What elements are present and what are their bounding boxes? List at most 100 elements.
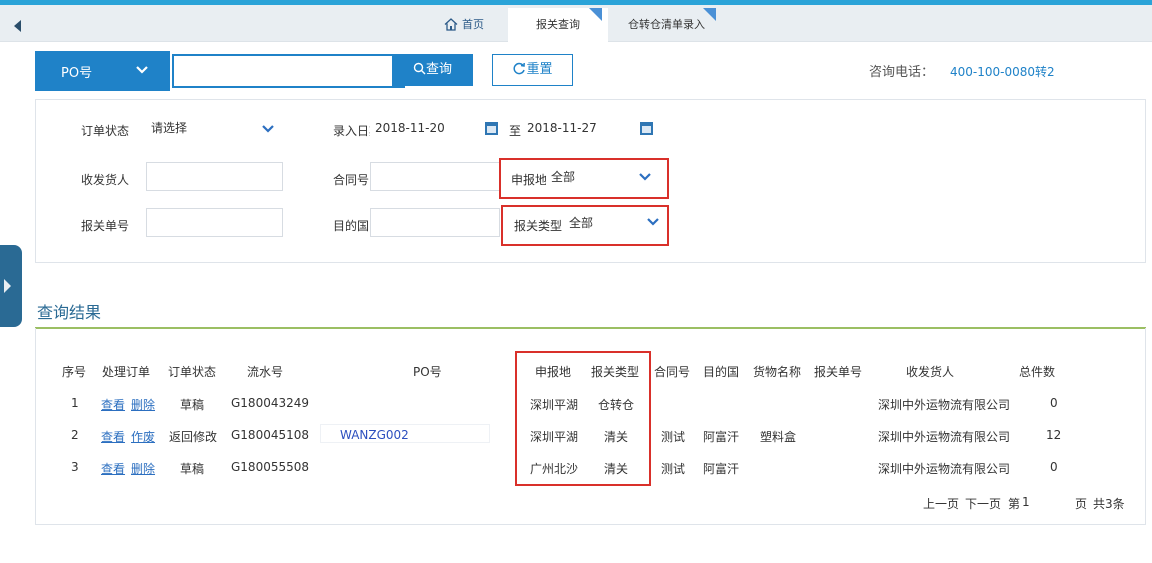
view-link[interactable]: 查看 xyxy=(101,460,125,477)
view-link[interactable]: 查看 xyxy=(101,428,125,445)
declare-place-select[interactable]: 全部 xyxy=(546,164,658,193)
page-prefix: 第 xyxy=(1008,497,1021,511)
query-button[interactable]: 查询 xyxy=(392,54,473,86)
order-status-label: 订单状态 xyxy=(81,124,130,138)
total-count: 共3条 xyxy=(1093,497,1125,511)
view-link[interactable]: 查看 xyxy=(101,396,125,413)
chevron-down-icon xyxy=(136,66,148,74)
page-suffix: 页 xyxy=(1075,497,1088,511)
declare-place-label: 申报地 xyxy=(511,173,548,187)
col-header-shipper: 收发货人 xyxy=(906,365,955,379)
hotline-label: 咨询电话： xyxy=(869,65,935,80)
home-icon xyxy=(444,18,458,31)
search-icon xyxy=(413,62,426,75)
col-header-count: 总件数 xyxy=(1019,365,1056,379)
shipper-label: 收发货人 xyxy=(81,173,130,187)
search-field-label: PO号 xyxy=(61,66,93,81)
search-input[interactable] xyxy=(172,54,405,88)
contract-input[interactable] xyxy=(370,162,500,191)
refresh-icon xyxy=(513,62,526,75)
dest-country-input[interactable] xyxy=(370,208,500,237)
cell-declare-place: 广州北沙 xyxy=(530,462,579,476)
col-header-action: 处理订单 xyxy=(102,365,151,379)
delete-link[interactable]: 删除 xyxy=(131,460,155,477)
cell-po: WANZG002 xyxy=(340,428,409,442)
collapse-arrow-icon[interactable] xyxy=(14,20,21,32)
search-field-dropdown[interactable]: PO号 xyxy=(35,51,170,91)
date-from-value: 2018-11-20 xyxy=(375,121,445,135)
prev-page-link[interactable]: 上一页 xyxy=(923,495,959,512)
tab-home-label: 首页 xyxy=(462,18,484,31)
cell-count: 12 xyxy=(1046,428,1062,442)
cell-declare-type: 仓转仓 xyxy=(598,398,635,412)
tab-customs-query-label: 报关查询 xyxy=(536,18,580,31)
void-link[interactable]: 作废 xyxy=(131,428,155,445)
results-panel: 查询结果 序号 处理订单 订单状态 流水号 PO号 申报地 报关类型 合同号 目… xyxy=(35,283,1146,525)
col-header-no: 序号 xyxy=(62,365,87,379)
calendar-icon[interactable] xyxy=(485,122,498,135)
delete-link[interactable]: 删除 xyxy=(131,396,155,413)
tab-warehouse-entry-label: 仓转仓清单录入 xyxy=(628,18,705,31)
declare-type-value: 全部 xyxy=(569,216,594,230)
side-expand-handle[interactable] xyxy=(0,245,22,327)
hotline-number: 400-100-0080转2 xyxy=(950,65,1055,79)
cell-shipper: 深圳中外运物流有限公司 xyxy=(878,462,1011,476)
filter-panel: 订单状态 请选择 录入日期 2018-11-20 至 2018-11-27 收发… xyxy=(35,99,1146,263)
declare-no-label: 报关单号 xyxy=(81,219,130,233)
tab-close-corner-icon[interactable] xyxy=(589,8,602,21)
cell-shipper: 深圳中外运物流有限公司 xyxy=(878,398,1011,412)
declare-type-select[interactable]: 全部 xyxy=(564,210,664,239)
date-to-label: 至 xyxy=(509,124,522,138)
declare-place-value: 全部 xyxy=(551,170,576,184)
order-status-value: 请选择 xyxy=(151,121,188,135)
page-number[interactable]: 1 xyxy=(1022,495,1030,509)
date-to-input[interactable]: 2018-11-27 xyxy=(522,115,632,144)
cell-dest: 阿富汗 xyxy=(703,462,740,476)
col-header-serial: 流水号 xyxy=(247,365,284,379)
next-page-link[interactable]: 下一页 xyxy=(965,495,1001,512)
cell-declare-type: 清关 xyxy=(604,462,629,476)
cell-no: 3 xyxy=(71,460,79,474)
col-header-po: PO号 xyxy=(413,365,442,379)
cell-contract: 测试 xyxy=(661,430,686,444)
hotline: 咨询电话： 400-100-0080转2 xyxy=(869,61,1055,80)
dest-country-label: 目的国 xyxy=(333,219,370,233)
col-header-goods: 货物名称 xyxy=(753,365,802,379)
col-header-dest: 目的国 xyxy=(703,365,740,379)
date-to-value: 2018-11-27 xyxy=(527,121,597,135)
cell-status: 草稿 xyxy=(180,462,205,476)
calendar-icon[interactable] xyxy=(640,122,653,135)
cell-count: 0 xyxy=(1050,460,1058,474)
cell-goods: 塑料盒 xyxy=(760,430,797,444)
col-header-declare-no: 报关单号 xyxy=(814,365,863,379)
query-button-label: 查询 xyxy=(425,62,452,77)
chevron-down-icon xyxy=(647,218,659,226)
reset-button[interactable]: 重置 xyxy=(492,54,573,86)
cell-status: 返回修改 xyxy=(169,430,218,444)
cell-serial: G180043249 xyxy=(231,396,310,410)
contract-label: 合同号 xyxy=(333,173,370,187)
cell-no: 2 xyxy=(71,428,79,442)
order-status-select[interactable]: 请选择 xyxy=(146,115,283,144)
tab-warehouse-entry[interactable]: 仓转仓清单录入 xyxy=(608,8,738,42)
tab-customs-query[interactable]: 报关查询 xyxy=(508,8,608,42)
cell-shipper: 深圳中外运物流有限公司 xyxy=(878,430,1011,444)
cell-serial: G180045108 xyxy=(231,428,310,442)
date-from-input[interactable]: 2018-11-20 xyxy=(370,115,480,144)
tab-home[interactable]: 首页 xyxy=(430,8,508,42)
tab-close-corner-icon[interactable] xyxy=(703,8,716,21)
shipper-input[interactable] xyxy=(146,162,283,191)
chevron-down-icon xyxy=(262,125,274,133)
cell-dest: 阿富汗 xyxy=(703,430,740,444)
results-title: 查询结果 xyxy=(37,303,102,322)
declare-type-label: 报关类型 xyxy=(514,219,563,233)
reset-button-label: 重置 xyxy=(526,62,553,77)
cell-declare-place: 深圳平湖 xyxy=(530,398,579,412)
cell-serial: G180055508 xyxy=(231,460,310,474)
col-header-contract: 合同号 xyxy=(654,365,691,379)
cell-no: 1 xyxy=(71,396,79,410)
cell-status: 草稿 xyxy=(180,398,205,412)
chevron-down-icon xyxy=(639,173,651,181)
declare-no-input[interactable] xyxy=(146,208,283,237)
cell-declare-type: 清关 xyxy=(604,430,629,444)
